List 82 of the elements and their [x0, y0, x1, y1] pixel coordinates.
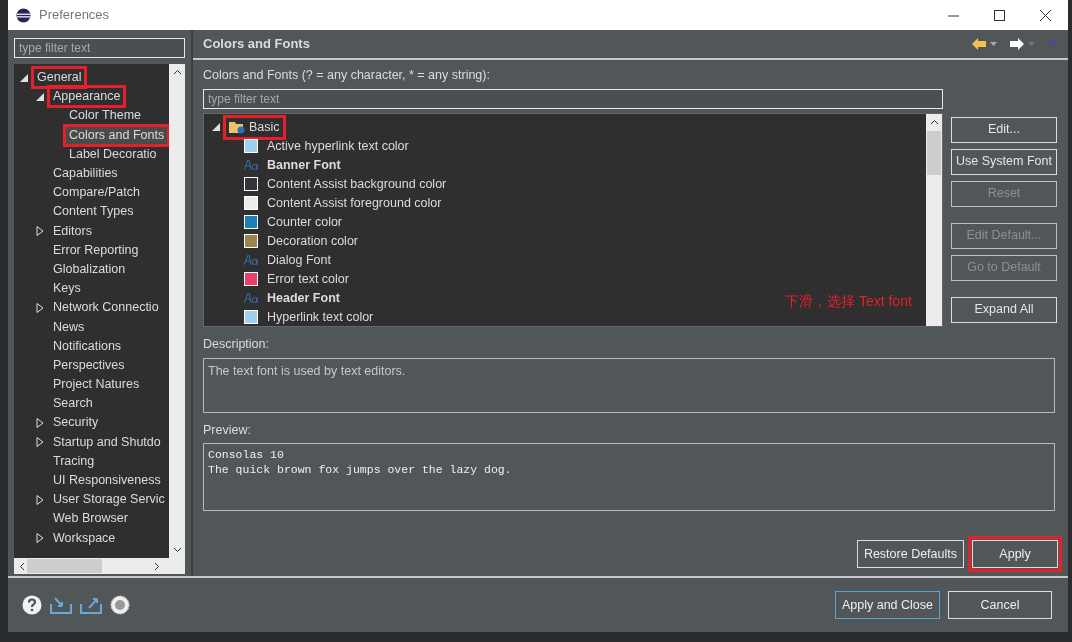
- tree-item[interactable]: Network Connectio: [50, 299, 162, 317]
- back-icon[interactable]: [972, 38, 986, 50]
- tree-item[interactable]: Header Font: [264, 289, 343, 307]
- apply-button[interactable]: Apply: [972, 540, 1058, 568]
- horizontal-scrollbar[interactable]: [14, 558, 185, 574]
- tree-item[interactable]: Counter color: [264, 213, 346, 231]
- tree-item[interactable]: Notifications: [50, 337, 125, 355]
- restore-defaults-button[interactable]: Restore Defaults: [856, 540, 964, 568]
- preview-text: The quick brown fox jumps over the lazy dog.: [208, 462, 512, 478]
- tree-item[interactable]: Basic: [249, 117, 280, 137]
- filter-label: Colors and Fonts (? = any character, * = any string):: [203, 67, 491, 84]
- scroll-up-icon[interactable]: [929, 117, 939, 127]
- vertical-scrollbar[interactable]: [926, 113, 942, 326]
- tree-item[interactable]: Keys: [50, 280, 84, 298]
- collapsed-icon[interactable]: [34, 301, 46, 314]
- tree-item[interactable]: Colors and Fonts: [66, 126, 168, 144]
- expanded-icon[interactable]: [210, 121, 222, 134]
- tree-item[interactable]: Banner Font: [264, 156, 344, 174]
- tree-item[interactable]: News: [50, 318, 88, 336]
- app-icon: [16, 7, 31, 23]
- tree-item[interactable]: General: [34, 69, 85, 87]
- collapsed-icon[interactable]: [34, 532, 46, 545]
- tree-item[interactable]: Globalization: [50, 260, 129, 278]
- tree-item[interactable]: Error Reporting: [50, 241, 142, 259]
- tree-item[interactable]: Startup and Shutdo: [50, 433, 164, 451]
- scroll-left-icon[interactable]: [18, 561, 27, 571]
- description-text: The text font is used by text editors.: [208, 362, 406, 380]
- record-icon[interactable]: [110, 595, 130, 615]
- dropdown-icon[interactable]: [990, 41, 998, 47]
- preview-text: Consolas 10: [208, 447, 284, 463]
- help-icon[interactable]: [22, 595, 42, 615]
- maximize-icon: [993, 9, 1005, 21]
- tree-item[interactable]: Capabilities: [50, 165, 121, 183]
- filter-field[interactable]: type filter text: [203, 88, 943, 109]
- side-button[interactable]: Edit...: [951, 116, 1057, 143]
- close-icon: [1039, 9, 1051, 21]
- collapsed-icon[interactable]: [34, 225, 46, 238]
- window-title: Preferences: [39, 6, 110, 25]
- collapsed-icon[interactable]: [34, 493, 46, 506]
- tree-item[interactable]: UI Responsiveness: [50, 472, 164, 490]
- tree-item[interactable]: Workspace: [50, 529, 119, 547]
- side-button[interactable]: Use System Font: [951, 148, 1057, 175]
- tree-item[interactable]: Color Theme: [66, 107, 145, 125]
- tree-item[interactable]: Perspectives: [50, 356, 128, 374]
- tree-item[interactable]: Editors: [50, 222, 95, 240]
- scroll-right-icon[interactable]: [152, 561, 161, 571]
- scrollbar-thumb[interactable]: [26, 559, 103, 573]
- tree-item[interactable]: Appearance: [50, 88, 124, 106]
- tree-item[interactable]: Search: [50, 395, 96, 413]
- tree-item[interactable]: Security: [50, 414, 102, 432]
- folder-icon: [229, 120, 245, 135]
- tree-item[interactable]: Content Assist background color: [264, 175, 450, 193]
- description-label: Description:: [203, 335, 270, 353]
- page-title: Colors and Fonts: [203, 35, 310, 54]
- filter-field[interactable]: type filter text: [14, 38, 185, 58]
- tree-item[interactable]: User Storage Servic: [50, 491, 168, 509]
- tree-item[interactable]: Dialog Font: [264, 251, 334, 269]
- side-button[interactable]: Expand All: [951, 296, 1057, 323]
- tree-item[interactable]: Hyperlink text color: [264, 308, 377, 326]
- forward-icon[interactable]: [1010, 38, 1024, 50]
- scroll-down-icon[interactable]: [172, 545, 182, 554]
- vertical-scrollbar[interactable]: [169, 64, 185, 558]
- scroll-up-icon[interactable]: [172, 68, 182, 77]
- tree-item[interactable]: Tracing: [50, 452, 98, 470]
- tree-item[interactable]: Error text color: [264, 270, 352, 288]
- tree-item[interactable]: Compare/Patch: [50, 184, 143, 202]
- export-icon[interactable]: [80, 596, 102, 614]
- import-icon[interactable]: [50, 596, 72, 614]
- tree-item[interactable]: Project Natures: [50, 376, 143, 394]
- tree-item[interactable]: Active hyperlink text color: [264, 137, 412, 155]
- dialog-button[interactable]: Cancel: [948, 591, 1052, 619]
- annotation-text: 下滑，选择 Text font: [785, 291, 912, 311]
- scrollbar-thumb[interactable]: [927, 130, 941, 175]
- dialog-button[interactable]: Apply and Close: [834, 591, 940, 619]
- tree-item[interactable]: Decoration color: [264, 232, 361, 250]
- tree-item[interactable]: Label Decoratio: [66, 145, 160, 163]
- preview-label: Preview:: [203, 421, 252, 439]
- tree-item[interactable]: Content Assist foreground color: [264, 194, 445, 212]
- tree-item[interactable]: Web Browser: [50, 510, 131, 528]
- tree-item[interactable]: Content Types: [50, 203, 137, 221]
- collapsed-icon[interactable]: [34, 416, 46, 429]
- collapsed-icon[interactable]: [34, 436, 46, 449]
